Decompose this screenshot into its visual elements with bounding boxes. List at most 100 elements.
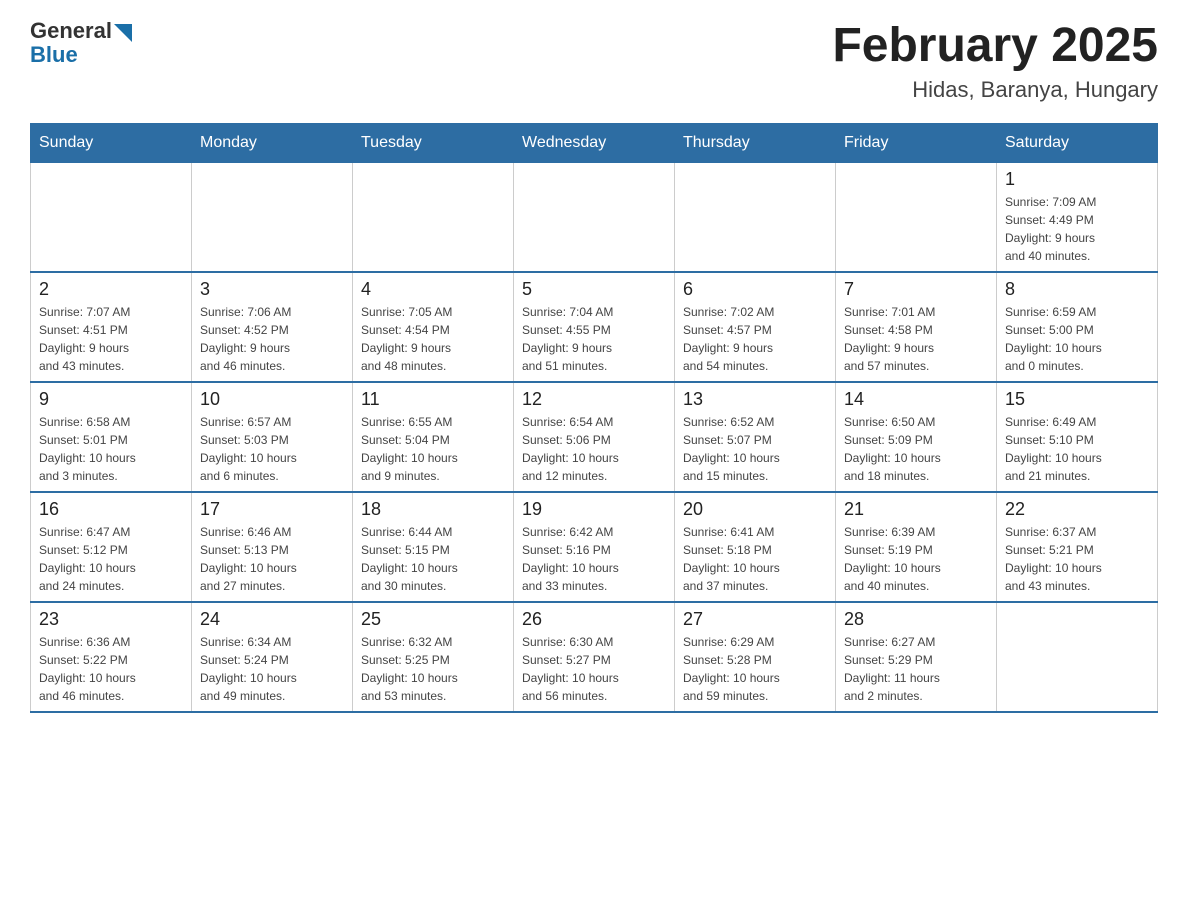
day-info: Sunrise: 6:54 AM Sunset: 5:06 PM Dayligh… [522,413,666,485]
day-info: Sunrise: 6:27 AM Sunset: 5:29 PM Dayligh… [844,633,988,705]
day-info: Sunrise: 7:05 AM Sunset: 4:54 PM Dayligh… [361,303,505,375]
calendar-cell: 6 Sunrise: 7:02 AM Sunset: 4:57 PM Daylig… [675,272,836,382]
calendar-cell: 18Sunrise: 6:44 AM Sunset: 5:15 PM Dayli… [353,492,514,602]
day-info: Sunrise: 6:41 AM Sunset: 5:18 PM Dayligh… [683,523,827,595]
calendar-cell: 23Sunrise: 6:36 AM Sunset: 5:22 PM Dayli… [31,602,192,712]
calendar-cell: 11Sunrise: 6:55 AM Sunset: 5:04 PM Dayli… [353,382,514,492]
day-info: Sunrise: 7:06 AM Sunset: 4:52 PM Dayligh… [200,303,344,375]
day-number: 1 [1005,169,1149,190]
calendar-cell: 1 Sunrise: 7:09 AM Sunset: 4:49 PM Daylig… [997,162,1158,272]
day-info: Sunrise: 6:37 AM Sunset: 5:21 PM Dayligh… [1005,523,1149,595]
day-number: 2 [39,279,183,300]
day-number: 18 [361,499,505,520]
logo-icon [114,24,132,42]
day-info: Sunrise: 6:47 AM Sunset: 5:12 PM Dayligh… [39,523,183,595]
col-header-thursday: Thursday [675,123,836,162]
title-block: February 2025 Hidas, Baranya, Hungary [832,20,1158,103]
day-info: Sunrise: 6:42 AM Sunset: 5:16 PM Dayligh… [522,523,666,595]
day-number: 6 [683,279,827,300]
day-number: 25 [361,609,505,630]
day-number: 28 [844,609,988,630]
calendar-cell: 26 Sunrise: 6:30 AM Sunset: 5:27 PM Dayli… [514,602,675,712]
day-info: Sunrise: 6:58 AM Sunset: 5:01 PM Dayligh… [39,413,183,485]
day-number: 17 [200,499,344,520]
calendar-cell: 15 Sunrise: 6:49 AM Sunset: 5:10 PM Dayli… [997,382,1158,492]
day-info: Sunrise: 7:09 AM Sunset: 4:49 PM Dayligh… [1005,193,1149,265]
day-number: 11 [361,389,505,410]
day-info: Sunrise: 6:34 AM Sunset: 5:24 PM Dayligh… [200,633,344,705]
week-row-5: 23Sunrise: 6:36 AM Sunset: 5:22 PM Dayli… [31,602,1158,712]
day-info: Sunrise: 6:39 AM Sunset: 5:19 PM Dayligh… [844,523,988,595]
col-header-monday: Monday [192,123,353,162]
calendar-cell: 22 Sunrise: 6:37 AM Sunset: 5:21 PM Dayli… [997,492,1158,602]
calendar-cell: 9Sunrise: 6:58 AM Sunset: 5:01 PM Daylig… [31,382,192,492]
week-row-4: 16Sunrise: 6:47 AM Sunset: 5:12 PM Dayli… [31,492,1158,602]
day-number: 26 [522,609,666,630]
week-row-3: 9Sunrise: 6:58 AM Sunset: 5:01 PM Daylig… [31,382,1158,492]
calendar-cell: 7Sunrise: 7:01 AM Sunset: 4:58 PM Daylig… [836,272,997,382]
logo-general-text: General [30,20,112,42]
day-number: 22 [1005,499,1149,520]
calendar-cell [192,162,353,272]
calendar-cell: 13 Sunrise: 6:52 AM Sunset: 5:07 PM Dayli… [675,382,836,492]
calendar-cell [675,162,836,272]
calendar-cell: 10 Sunrise: 6:57 AM Sunset: 5:03 PM Dayli… [192,382,353,492]
calendar-cell: 12 Sunrise: 6:54 AM Sunset: 5:06 PM Dayli… [514,382,675,492]
calendar-cell: 3 Sunrise: 7:06 AM Sunset: 4:52 PM Daylig… [192,272,353,382]
calendar-cell: 25 Sunrise: 6:32 AM Sunset: 5:25 PM Dayli… [353,602,514,712]
calendar-cell [514,162,675,272]
day-info: Sunrise: 7:04 AM Sunset: 4:55 PM Dayligh… [522,303,666,375]
week-row-1: 1 Sunrise: 7:09 AM Sunset: 4:49 PM Daylig… [31,162,1158,272]
logo-blue-text: Blue [30,42,78,67]
calendar-cell: 20 Sunrise: 6:41 AM Sunset: 5:18 PM Dayli… [675,492,836,602]
page-header: General Blue February 2025 Hidas, Barany… [30,20,1158,103]
calendar-cell [836,162,997,272]
day-number: 27 [683,609,827,630]
day-number: 4 [361,279,505,300]
col-header-saturday: Saturday [997,123,1158,162]
calendar-cell [31,162,192,272]
day-info: Sunrise: 7:07 AM Sunset: 4:51 PM Dayligh… [39,303,183,375]
day-info: Sunrise: 6:52 AM Sunset: 5:07 PM Dayligh… [683,413,827,485]
calendar-title: February 2025 [832,20,1158,73]
calendar-subtitle: Hidas, Baranya, Hungary [832,77,1158,103]
calendar-cell: 19Sunrise: 6:42 AM Sunset: 5:16 PM Dayli… [514,492,675,602]
col-header-sunday: Sunday [31,123,192,162]
calendar-cell: 17 Sunrise: 6:46 AM Sunset: 5:13 PM Dayli… [192,492,353,602]
calendar-cell: 8 Sunrise: 6:59 AM Sunset: 5:00 PM Daylig… [997,272,1158,382]
calendar-cell: 5 Sunrise: 7:04 AM Sunset: 4:55 PM Daylig… [514,272,675,382]
day-info: Sunrise: 6:50 AM Sunset: 5:09 PM Dayligh… [844,413,988,485]
day-info: Sunrise: 6:32 AM Sunset: 5:25 PM Dayligh… [361,633,505,705]
calendar-cell: 16Sunrise: 6:47 AM Sunset: 5:12 PM Dayli… [31,492,192,602]
week-row-2: 2 Sunrise: 7:07 AM Sunset: 4:51 PM Daylig… [31,272,1158,382]
day-info: Sunrise: 6:57 AM Sunset: 5:03 PM Dayligh… [200,413,344,485]
day-number: 15 [1005,389,1149,410]
day-number: 14 [844,389,988,410]
day-info: Sunrise: 7:02 AM Sunset: 4:57 PM Dayligh… [683,303,827,375]
calendar-cell: 14 Sunrise: 6:50 AM Sunset: 5:09 PM Dayli… [836,382,997,492]
day-number: 12 [522,389,666,410]
day-number: 3 [200,279,344,300]
calendar-header-row: SundayMondayTuesdayWednesdayThursdayFrid… [31,123,1158,162]
logo: General Blue [30,20,132,68]
calendar-cell: 24 Sunrise: 6:34 AM Sunset: 5:24 PM Dayli… [192,602,353,712]
day-number: 21 [844,499,988,520]
calendar-cell: 4 Sunrise: 7:05 AM Sunset: 4:54 PM Daylig… [353,272,514,382]
day-info: Sunrise: 6:30 AM Sunset: 5:27 PM Dayligh… [522,633,666,705]
day-info: Sunrise: 6:49 AM Sunset: 5:10 PM Dayligh… [1005,413,1149,485]
day-number: 8 [1005,279,1149,300]
day-number: 10 [200,389,344,410]
calendar-cell: 28 Sunrise: 6:27 AM Sunset: 5:29 PM Dayli… [836,602,997,712]
col-header-wednesday: Wednesday [514,123,675,162]
day-number: 20 [683,499,827,520]
calendar-cell [353,162,514,272]
day-info: Sunrise: 6:46 AM Sunset: 5:13 PM Dayligh… [200,523,344,595]
day-number: 13 [683,389,827,410]
day-number: 24 [200,609,344,630]
day-info: Sunrise: 6:59 AM Sunset: 5:00 PM Dayligh… [1005,303,1149,375]
col-header-friday: Friday [836,123,997,162]
day-info: Sunrise: 6:29 AM Sunset: 5:28 PM Dayligh… [683,633,827,705]
day-number: 5 [522,279,666,300]
day-info: Sunrise: 6:36 AM Sunset: 5:22 PM Dayligh… [39,633,183,705]
calendar-cell: 2 Sunrise: 7:07 AM Sunset: 4:51 PM Daylig… [31,272,192,382]
